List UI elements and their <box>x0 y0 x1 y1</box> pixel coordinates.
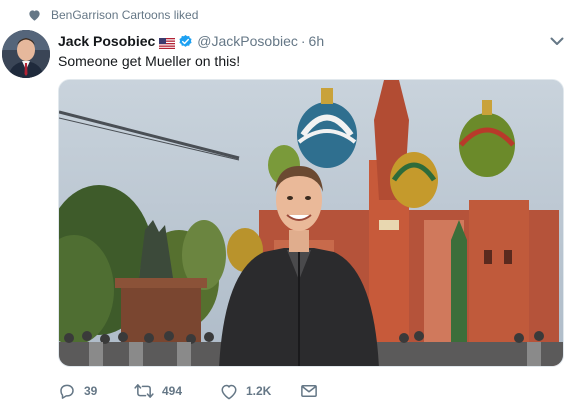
heart-outline-icon <box>220 383 238 400</box>
author-fullname[interactable]: Jack Posobiec <box>58 33 155 49</box>
envelope-icon <box>300 383 318 399</box>
verified-badge-icon <box>178 34 193 49</box>
like-count: 1.2K <box>246 384 272 398</box>
heart-icon <box>28 9 41 21</box>
like-button[interactable]: 1.2K <box>220 383 300 400</box>
tweet-timestamp[interactable]: 6h <box>309 33 325 49</box>
retweet-count: 494 <box>162 384 183 398</box>
tweet-header: Jack Posobiec @JackPosobiec · 6h <box>58 31 569 51</box>
social-context: BenGarrison Cartoons liked <box>28 6 198 24</box>
tweet-photo[interactable] <box>58 79 564 367</box>
reply-button[interactable]: 39 <box>58 382 134 400</box>
social-context-text[interactable]: BenGarrison Cartoons liked <box>51 8 198 22</box>
us-flag-icon <box>159 36 176 49</box>
retweet-icon <box>134 382 154 400</box>
author-handle[interactable]: @JackPosobiec <box>197 33 298 49</box>
reply-count: 39 <box>84 384 98 398</box>
reply-icon <box>58 382 76 400</box>
retweet-button[interactable]: 494 <box>134 382 220 400</box>
tweet-text: Someone get Mueller on this! <box>58 53 241 69</box>
avatar[interactable] <box>2 30 50 78</box>
chevron-down-icon[interactable] <box>549 34 565 48</box>
header-separator: · <box>300 33 306 49</box>
tweet-actions: 39 494 1.2K <box>58 380 318 402</box>
direct-message-button[interactable] <box>300 383 318 399</box>
